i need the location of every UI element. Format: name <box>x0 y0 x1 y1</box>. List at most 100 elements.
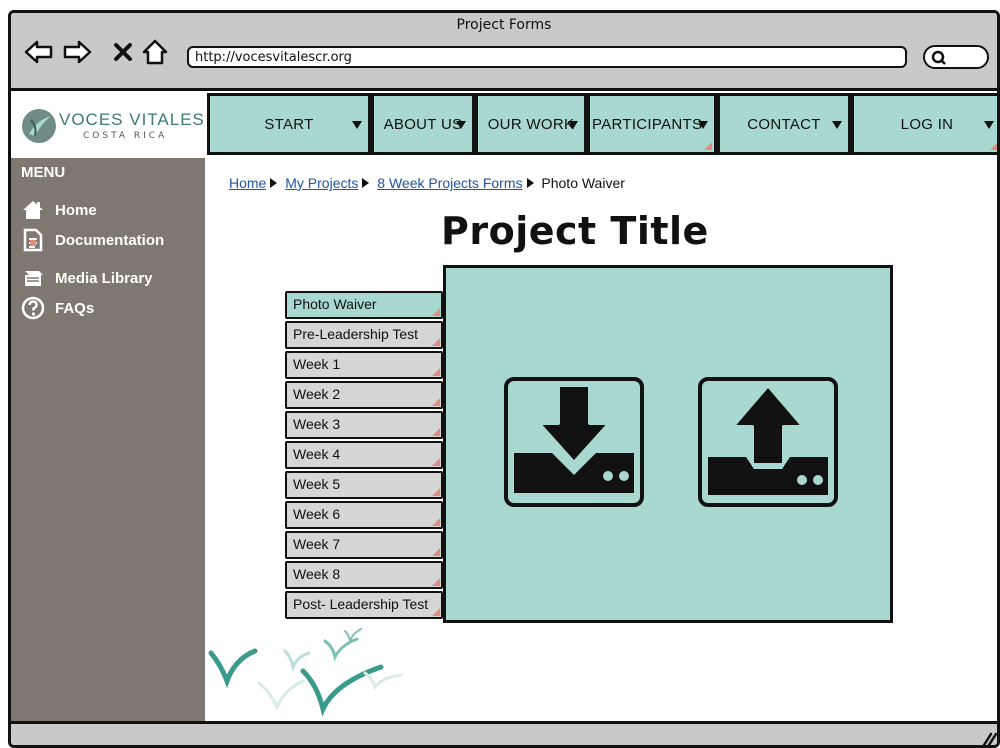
tab-label: Week 5 <box>293 476 341 492</box>
chevron-down-icon <box>698 121 708 129</box>
back-arrow-icon <box>24 40 53 64</box>
tab-label: Post- Leadership Test <box>293 596 429 612</box>
home-button[interactable] <box>139 37 171 67</box>
tab-photo-waiver[interactable]: Photo Waiver <box>285 291 443 319</box>
sidebar-item-label: Media Library <box>55 269 153 287</box>
window-title: Project Forms <box>456 17 552 33</box>
link-flag-icon <box>432 338 440 346</box>
back-button[interactable] <box>23 37 55 67</box>
logo-mark-icon <box>22 109 56 143</box>
home-icon <box>21 199 45 221</box>
tab-label: Week 4 <box>293 446 341 462</box>
tab-week-8[interactable]: Week 8 <box>285 561 443 589</box>
forward-button[interactable] <box>61 37 93 67</box>
breadcrumb: Home My Projects 8 Week Projects Forms P… <box>229 175 625 191</box>
upload-icon <box>708 383 828 495</box>
link-flag-icon <box>704 142 712 150</box>
search-icon <box>931 50 946 65</box>
tab-week-6[interactable]: Week 6 <box>285 501 443 529</box>
home-outline-icon <box>142 39 168 65</box>
link-flag-icon <box>432 308 440 316</box>
close-icon <box>114 43 132 61</box>
download-icon <box>514 383 634 493</box>
nav-label: OUR WORK <box>487 115 575 133</box>
link-flag-icon <box>990 142 997 150</box>
sidebar-item-label: Documentation <box>55 231 165 249</box>
link-flag-icon <box>432 398 440 406</box>
nav-label: CONTACT <box>747 115 821 133</box>
sidebar-item-faqs[interactable]: FAQs <box>21 296 94 320</box>
chevron-down-icon <box>352 121 362 129</box>
browser-search-button[interactable] <box>923 45 989 69</box>
sidebar-item-documentation[interactable]: Documentation <box>21 228 164 252</box>
sidebar-item-label: FAQs <box>55 299 95 317</box>
top-navigation: START ABOUT US OUR WORK PARTICIPANTS CON… <box>205 91 997 157</box>
tab-label: Week 8 <box>293 566 341 582</box>
tab-week-2[interactable]: Week 2 <box>285 381 443 409</box>
decorative-birds-graphic <box>208 628 403 717</box>
nav-contact[interactable]: CONTACT <box>717 93 851 155</box>
browser-titlebar: Project Forms http://vocesvitalescr.org <box>11 13 997 91</box>
chevron-down-icon <box>456 121 466 129</box>
link-flag-icon <box>432 548 440 556</box>
tab-label: Week 2 <box>293 386 341 402</box>
nav-participants[interactable]: PARTICIPANTS <box>587 93 717 155</box>
forward-arrow-icon <box>63 40 92 64</box>
sidebar-item-label: Home <box>55 201 97 219</box>
breadcrumb-my-projects[interactable]: My Projects <box>285 175 358 191</box>
link-flag-icon <box>432 488 440 496</box>
browser-statusbar <box>11 721 997 746</box>
link-flag-icon <box>432 578 440 586</box>
site-logo[interactable]: VOCES VITALES COSTA RICA <box>11 94 205 158</box>
tab-label: Week 6 <box>293 506 341 522</box>
chevron-right-icon <box>526 178 534 188</box>
link-flag-icon <box>432 608 440 616</box>
document-icon <box>21 228 45 252</box>
link-flag-icon <box>432 368 440 376</box>
tab-label: Week 1 <box>293 356 341 372</box>
tab-week-7[interactable]: Week 7 <box>285 531 443 559</box>
nav-label: LOG IN <box>900 115 954 133</box>
nav-log-in[interactable]: LOG IN <box>851 93 997 155</box>
tab-label: Week 7 <box>293 536 341 552</box>
breadcrumb-current: Photo Waiver <box>541 175 625 191</box>
tab-week-4[interactable]: Week 4 <box>285 441 443 469</box>
breadcrumb-home[interactable]: Home <box>229 175 266 191</box>
tab-label: Pre-Leadership Test <box>293 326 419 342</box>
tab-label: Week 3 <box>293 416 341 432</box>
tab-week-1[interactable]: Week 1 <box>285 351 443 379</box>
url-input[interactable]: http://vocesvitalescr.org <box>187 46 907 68</box>
chevron-right-icon <box>270 178 278 188</box>
resize-grip-icon[interactable] <box>981 732 997 746</box>
sidebar: MENU Home Documentation Media Library FA… <box>11 158 205 724</box>
upload-button[interactable] <box>698 377 838 507</box>
nav-about-us[interactable]: ABOUT US <box>371 93 475 155</box>
tab-pre-leadership-test[interactable]: Pre-Leadership Test <box>285 321 443 349</box>
sidebar-item-home[interactable]: Home <box>21 198 97 222</box>
sidebar-item-media-library[interactable]: Media Library <box>21 266 153 290</box>
nav-label: START <box>264 115 314 133</box>
link-flag-icon <box>432 428 440 436</box>
chevron-down-icon <box>832 121 842 129</box>
browser-window: Project Forms http://vocesvitalescr.org … <box>8 10 1000 748</box>
breadcrumb-forms[interactable]: 8 Week Projects Forms <box>377 175 522 191</box>
nav-start[interactable]: START <box>207 93 371 155</box>
page-title: Project Title <box>441 209 709 253</box>
question-icon <box>21 296 45 320</box>
chevron-down-icon <box>984 121 994 129</box>
nav-our-work[interactable]: OUR WORK <box>475 93 587 155</box>
logo-subtitle: COSTA RICA <box>83 131 168 141</box>
link-flag-icon <box>432 458 440 466</box>
chevron-down-icon <box>568 121 578 129</box>
chevron-right-icon <box>362 178 370 188</box>
tab-week-3[interactable]: Week 3 <box>285 411 443 439</box>
stop-button[interactable] <box>107 37 139 67</box>
form-panel <box>443 265 893 623</box>
book-icon <box>21 267 45 289</box>
tab-post-leadership-test[interactable]: Post- Leadership Test <box>285 591 443 619</box>
nav-label: PARTICIPANTS <box>592 115 703 133</box>
download-button[interactable] <box>504 377 644 507</box>
tab-week-5[interactable]: Week 5 <box>285 471 443 499</box>
nav-label: ABOUT US <box>383 115 463 133</box>
link-flag-icon <box>432 518 440 526</box>
